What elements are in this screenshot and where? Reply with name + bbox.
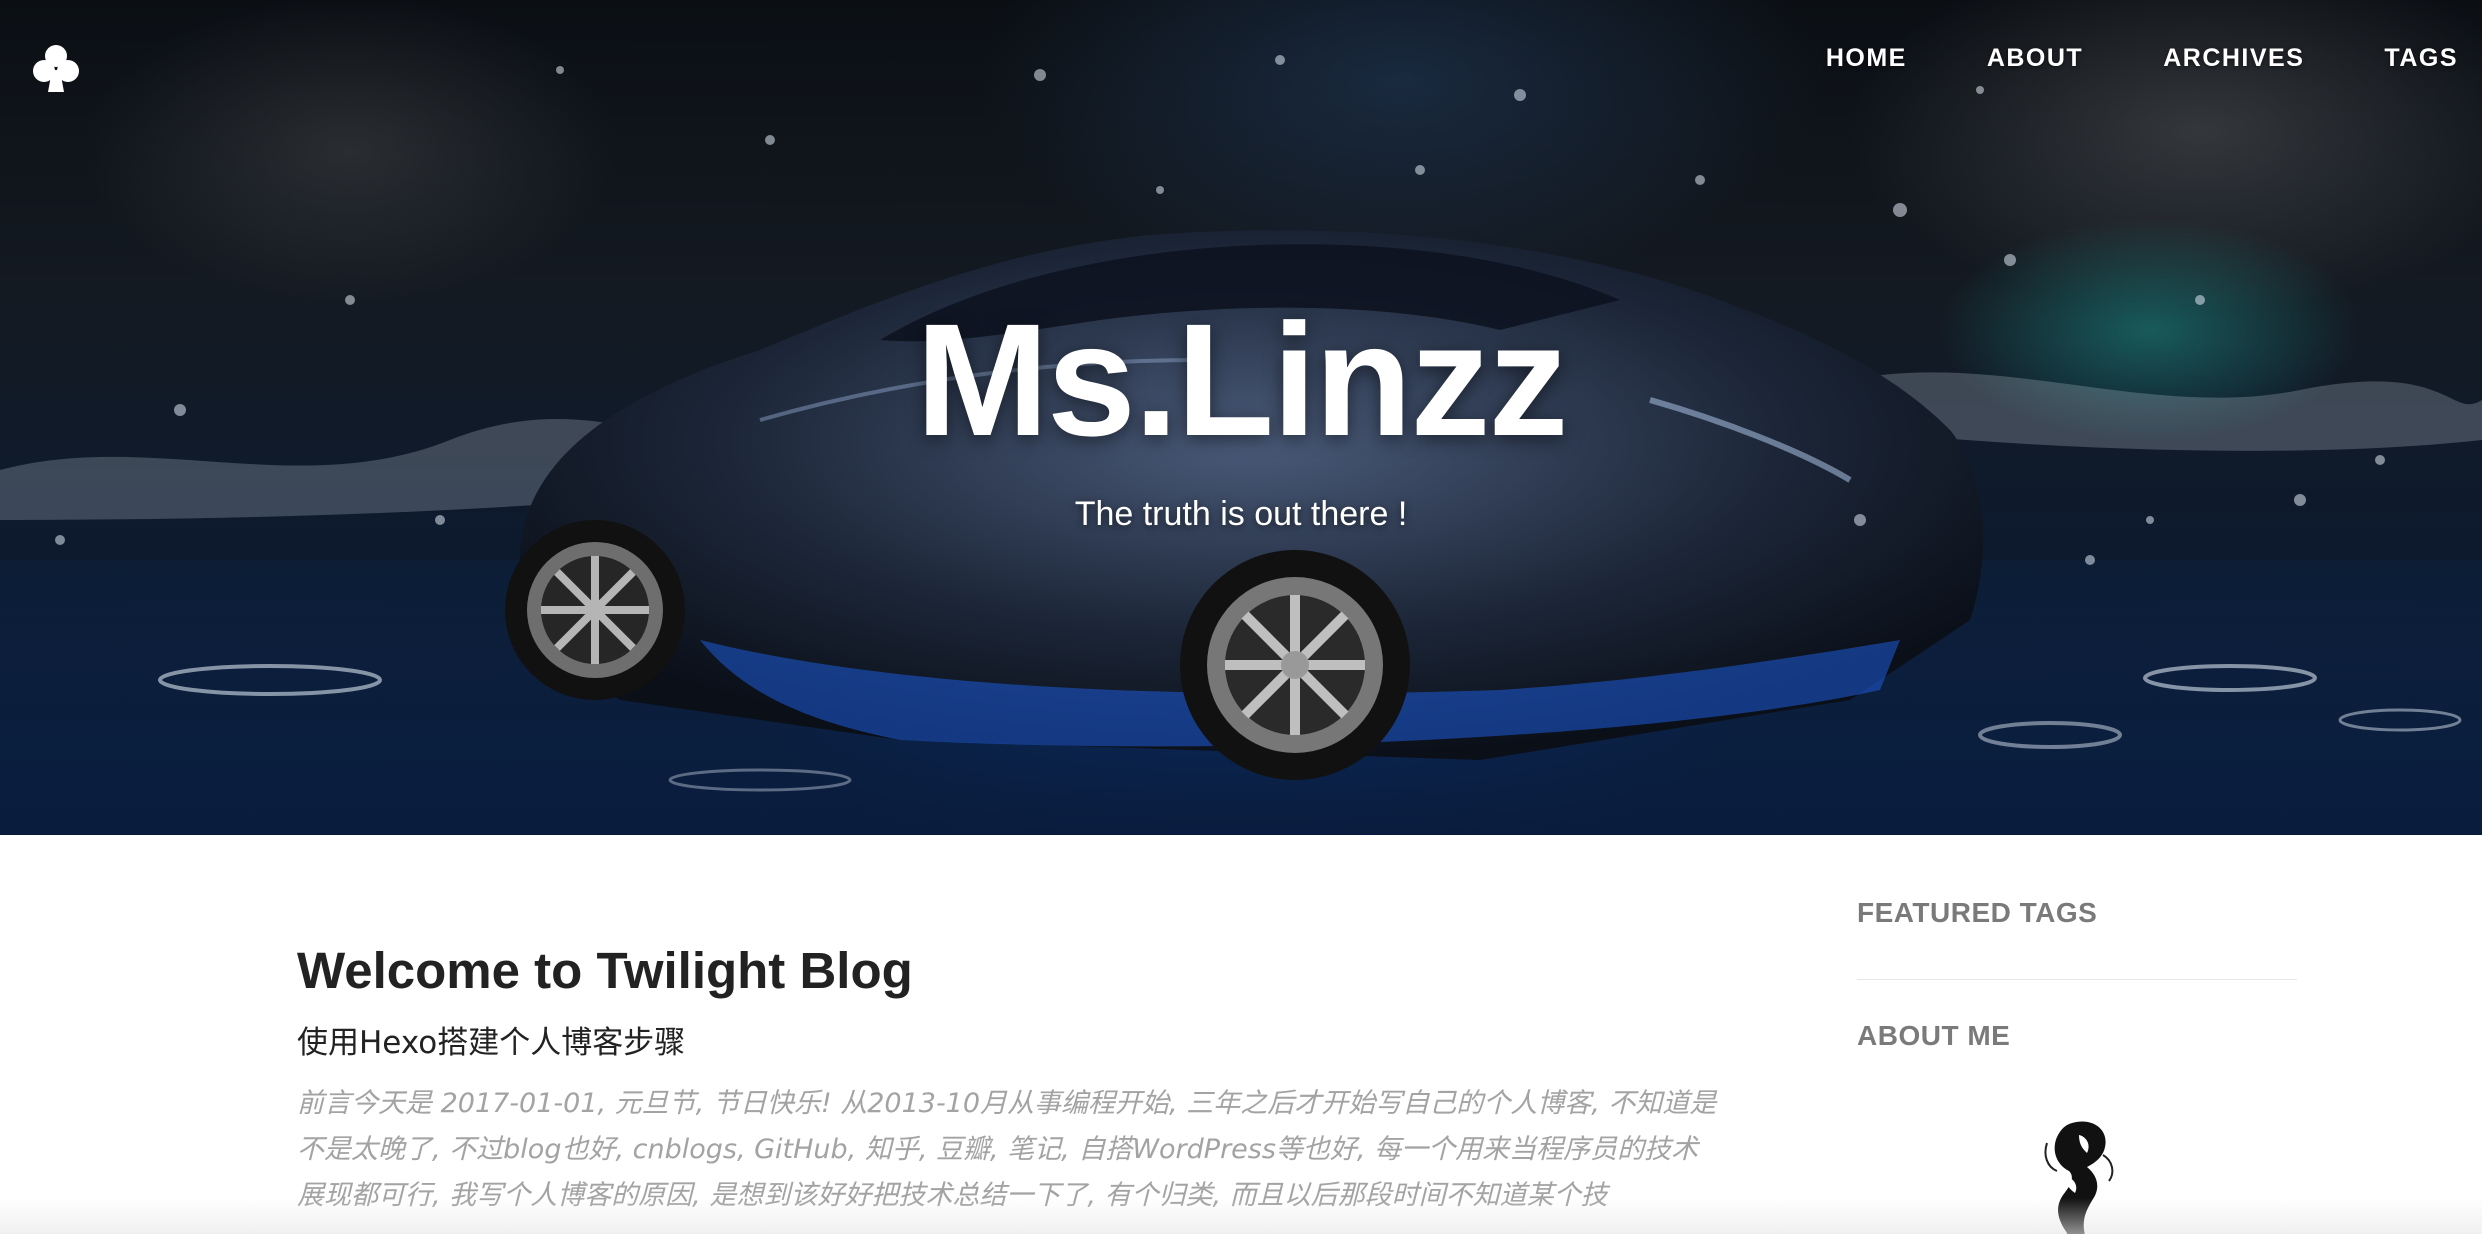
- nav-archives[interactable]: ARCHIVES: [2163, 44, 2304, 73]
- featured-tags-heading: FEATURED TAGS: [1857, 897, 2098, 928]
- club-suit-icon[interactable]: [28, 40, 84, 96]
- sidebar: FEATURED TAGS ABOUT ME: [1857, 897, 2297, 1234]
- post-preview: Welcome to Twilight Blog 使用Hexo搭建个人博客步骤 …: [297, 940, 1717, 1219]
- hero-banner: HOME ABOUT ARCHIVES TAGS Ms.Linzz The tr…: [0, 0, 2482, 835]
- front-wheel: [1180, 550, 1410, 780]
- post-subtitle[interactable]: 使用Hexo搭建个人博客步骤: [297, 1023, 1717, 1063]
- nav-about[interactable]: ABOUT: [1987, 44, 2083, 73]
- main-nav: HOME ABOUT ARCHIVES TAGS: [1746, 44, 2458, 73]
- nav-tags[interactable]: TAGS: [2384, 44, 2458, 73]
- site-title: Ms.Linzz: [915, 290, 1569, 469]
- page: HOME ABOUT ARCHIVES TAGS Ms.Linzz The tr…: [0, 0, 2482, 1234]
- main-content: Welcome to Twilight Blog 使用Hexo搭建个人博客步骤 …: [0, 835, 2482, 1234]
- rear-wheel: [505, 520, 685, 700]
- post-title-link[interactable]: Welcome to Twilight Blog: [297, 940, 1717, 1001]
- nav-home[interactable]: HOME: [1826, 44, 1907, 73]
- bottom-shadow: [0, 1198, 2482, 1234]
- site-subtitle: The truth is out there !: [1074, 495, 1408, 533]
- sidebar-divider: [1857, 979, 2297, 980]
- about-me-heading: ABOUT ME: [1857, 1020, 2011, 1051]
